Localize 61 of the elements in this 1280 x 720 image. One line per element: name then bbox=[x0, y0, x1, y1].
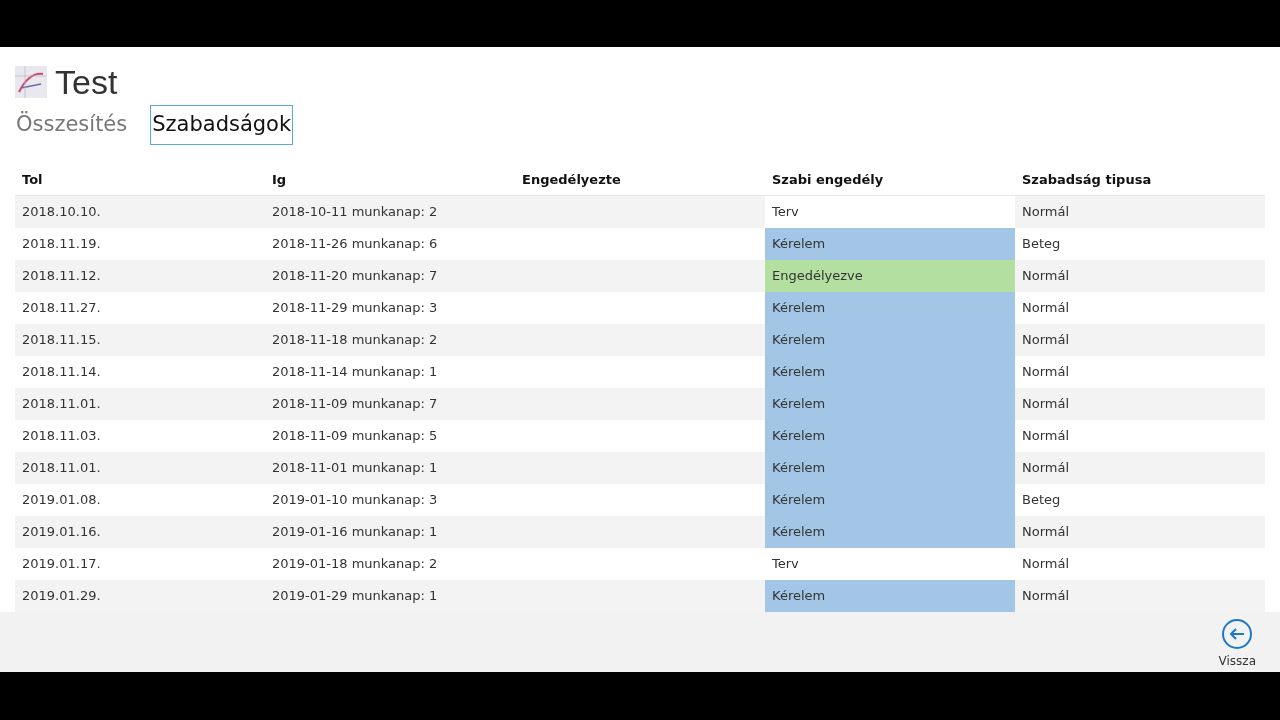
column-header: Tol bbox=[21, 171, 44, 190]
status-cell: Kérelem bbox=[765, 516, 1015, 548]
column-header: Szabadság tipusa bbox=[1021, 171, 1153, 190]
column-header: Engedélyezte bbox=[521, 171, 622, 190]
table-cell-text: Beteg bbox=[1021, 235, 1062, 254]
table-cell-text: 2018-11-14 munkanap: 1 bbox=[271, 363, 439, 382]
status-cell: Kérelem bbox=[765, 580, 1015, 612]
table-cell-text: Normál bbox=[1021, 555, 1071, 574]
status-cell: Kérelem bbox=[765, 292, 1015, 324]
table-cell-text: 2018.10.10. bbox=[21, 203, 102, 222]
status-cell: Kérelem bbox=[765, 388, 1015, 420]
table-cell-text: 2018-11-01 munkanap: 1 bbox=[271, 459, 439, 478]
table-cell-text: Normál bbox=[1021, 523, 1071, 542]
table-cell-text: 2018.11.01. bbox=[21, 395, 102, 414]
status-cell: Kérelem bbox=[765, 484, 1015, 516]
table-cell-text: 2018.11.14. bbox=[21, 363, 102, 382]
back-button[interactable]: Vissza bbox=[1218, 618, 1256, 670]
table-cell-text: 2018.11.19. bbox=[21, 235, 102, 254]
table-cell-text: 2019-01-16 munkanap: 1 bbox=[271, 523, 439, 542]
status-cell: Kérelem bbox=[765, 452, 1015, 484]
table-cell-text: Normál bbox=[1021, 331, 1071, 350]
table-cell-text: 2018.11.01. bbox=[21, 459, 102, 478]
table-cell-text: Normál bbox=[1021, 203, 1071, 222]
table-cell-text: 2018-11-26 munkanap: 6 bbox=[271, 235, 439, 254]
table-cell-text: Normál bbox=[1021, 299, 1071, 318]
table-cell-text: Normál bbox=[1021, 363, 1071, 382]
table-cell-text: 2019.01.29. bbox=[21, 587, 102, 606]
table-cell-text: Normál bbox=[1021, 395, 1071, 414]
table-cell-text: 2018.11.27. bbox=[21, 299, 102, 318]
app-logo-icon bbox=[15, 66, 47, 98]
table-cell-text: 2019.01.08. bbox=[21, 491, 102, 510]
tab[interactable]: Szabadságok bbox=[150, 105, 294, 145]
status-cell: Kérelem bbox=[765, 356, 1015, 388]
table-cell-text: 2018-11-09 munkanap: 5 bbox=[271, 427, 439, 446]
table-cell-text: 2018.11.03. bbox=[21, 427, 102, 446]
table-cell-text: 2019.01.16. bbox=[21, 523, 102, 542]
tab[interactable]: Összesítés bbox=[15, 105, 129, 145]
status-cell: Terv bbox=[765, 196, 1015, 228]
table-cell-text: 2019-01-18 munkanap: 2 bbox=[271, 555, 439, 574]
table-cell-text: 2019-01-29 munkanap: 1 bbox=[271, 587, 439, 606]
table-cell-text: 2019.01.17. bbox=[21, 555, 102, 574]
table-cell-text: 2018-11-09 munkanap: 7 bbox=[271, 395, 439, 414]
app-title: Test bbox=[55, 65, 118, 99]
table-cell-text: 2019-01-10 munkanap: 3 bbox=[271, 491, 439, 510]
table-cell-text: Normál bbox=[1021, 267, 1071, 286]
status-cell: Engedélyezve bbox=[765, 260, 1015, 292]
column-header: Szabi engedély bbox=[771, 171, 885, 190]
status-cell: Kérelem bbox=[765, 228, 1015, 260]
table-cell-text: 2018.11.12. bbox=[21, 267, 102, 286]
status-cell: Kérelem bbox=[765, 324, 1015, 356]
table-cell-text: 2018-10-11 munkanap: 2 bbox=[271, 203, 439, 222]
status-cell: Kérelem bbox=[765, 420, 1015, 452]
table-cell-text: 2018-11-20 munkanap: 7 bbox=[271, 267, 439, 286]
table-cell-text: 2018-11-18 munkanap: 2 bbox=[271, 331, 439, 350]
table-cell-text: Normál bbox=[1021, 587, 1071, 606]
table-cell-text: Beteg bbox=[1021, 491, 1062, 510]
column-header: Ig bbox=[271, 171, 288, 190]
table-cell-text: 2018.11.15. bbox=[21, 331, 102, 350]
table-cell-text: Normál bbox=[1021, 459, 1071, 478]
table-cell-text: Normál bbox=[1021, 427, 1071, 446]
table-cell-text: 2018-11-29 munkanap: 3 bbox=[271, 299, 439, 318]
